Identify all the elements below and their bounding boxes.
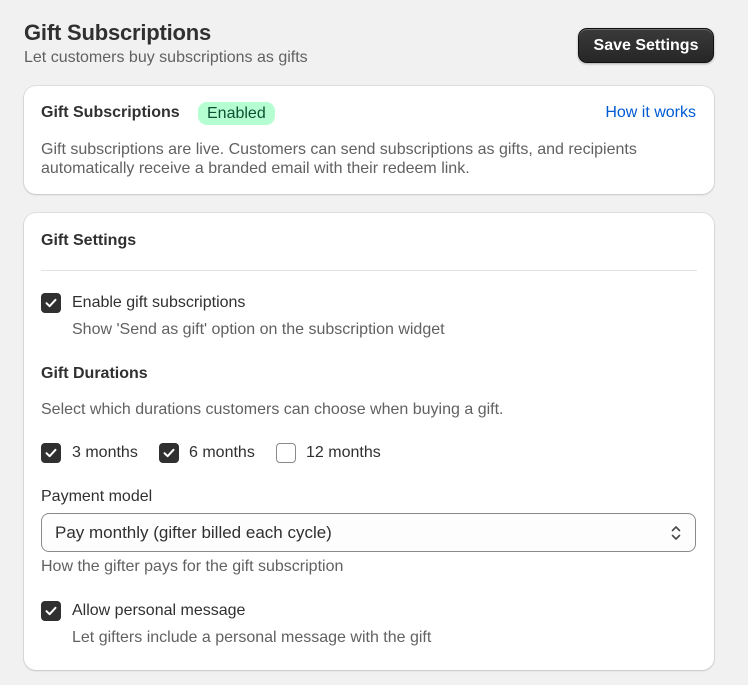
save-settings-button[interactable]: Save Settings: [578, 28, 714, 63]
enable-gift-checkbox[interactable]: [41, 293, 61, 313]
gift-settings-title: Gift Settings: [41, 232, 137, 249]
status-card-title: Gift Subscriptions: [41, 104, 180, 121]
gift-settings-card: Gift Settings Enable gift subscriptions …: [24, 213, 714, 670]
page-title: Gift Subscriptions: [24, 20, 212, 45]
duration-3-months-label[interactable]: 3 months: [72, 444, 138, 462]
status-description: Gift subscriptions are live. Customers c…: [41, 141, 637, 177]
personal-message-label[interactable]: Allow personal message: [72, 602, 245, 620]
status-card: Gift Subscriptions Enabled How it works …: [24, 86, 714, 194]
enable-gift-help: Show 'Send as gift' option on the subscr…: [72, 321, 445, 338]
personal-message-help: Let gifters include a personal message w…: [72, 629, 432, 646]
checkmark-icon: [45, 606, 57, 616]
how-it-works-link[interactable]: How it works: [605, 104, 696, 122]
duration-12-months-checkbox[interactable]: [276, 443, 296, 463]
divider: [41, 270, 697, 271]
payment-model-label: Payment model: [41, 488, 153, 505]
checkmark-icon: [45, 298, 57, 308]
gift-durations-help: Select which durations customers can cho…: [41, 401, 504, 418]
payment-model-select[interactable]: Pay monthly (gifter billed each cycle): [41, 513, 696, 552]
enable-gift-label[interactable]: Enable gift subscriptions: [72, 294, 245, 312]
select-arrows-icon: [671, 526, 681, 540]
checkmark-icon: [45, 448, 57, 458]
payment-model-value: Pay monthly (gifter billed each cycle): [55, 523, 332, 542]
payment-model-help: How the gifter pays for the gift subscri…: [41, 558, 344, 575]
status-badge: Enabled: [198, 102, 275, 125]
gift-durations-title: Gift Durations: [41, 365, 148, 382]
duration-6-months-checkbox[interactable]: [159, 443, 179, 463]
duration-6-months-label[interactable]: 6 months: [189, 444, 255, 462]
duration-3-months-checkbox[interactable]: [41, 443, 61, 463]
page-subtitle: Let customers buy subscriptions as gifts: [24, 49, 308, 66]
checkmark-icon: [163, 448, 175, 458]
personal-message-checkbox[interactable]: [41, 601, 61, 621]
duration-12-months-label[interactable]: 12 months: [306, 444, 381, 462]
